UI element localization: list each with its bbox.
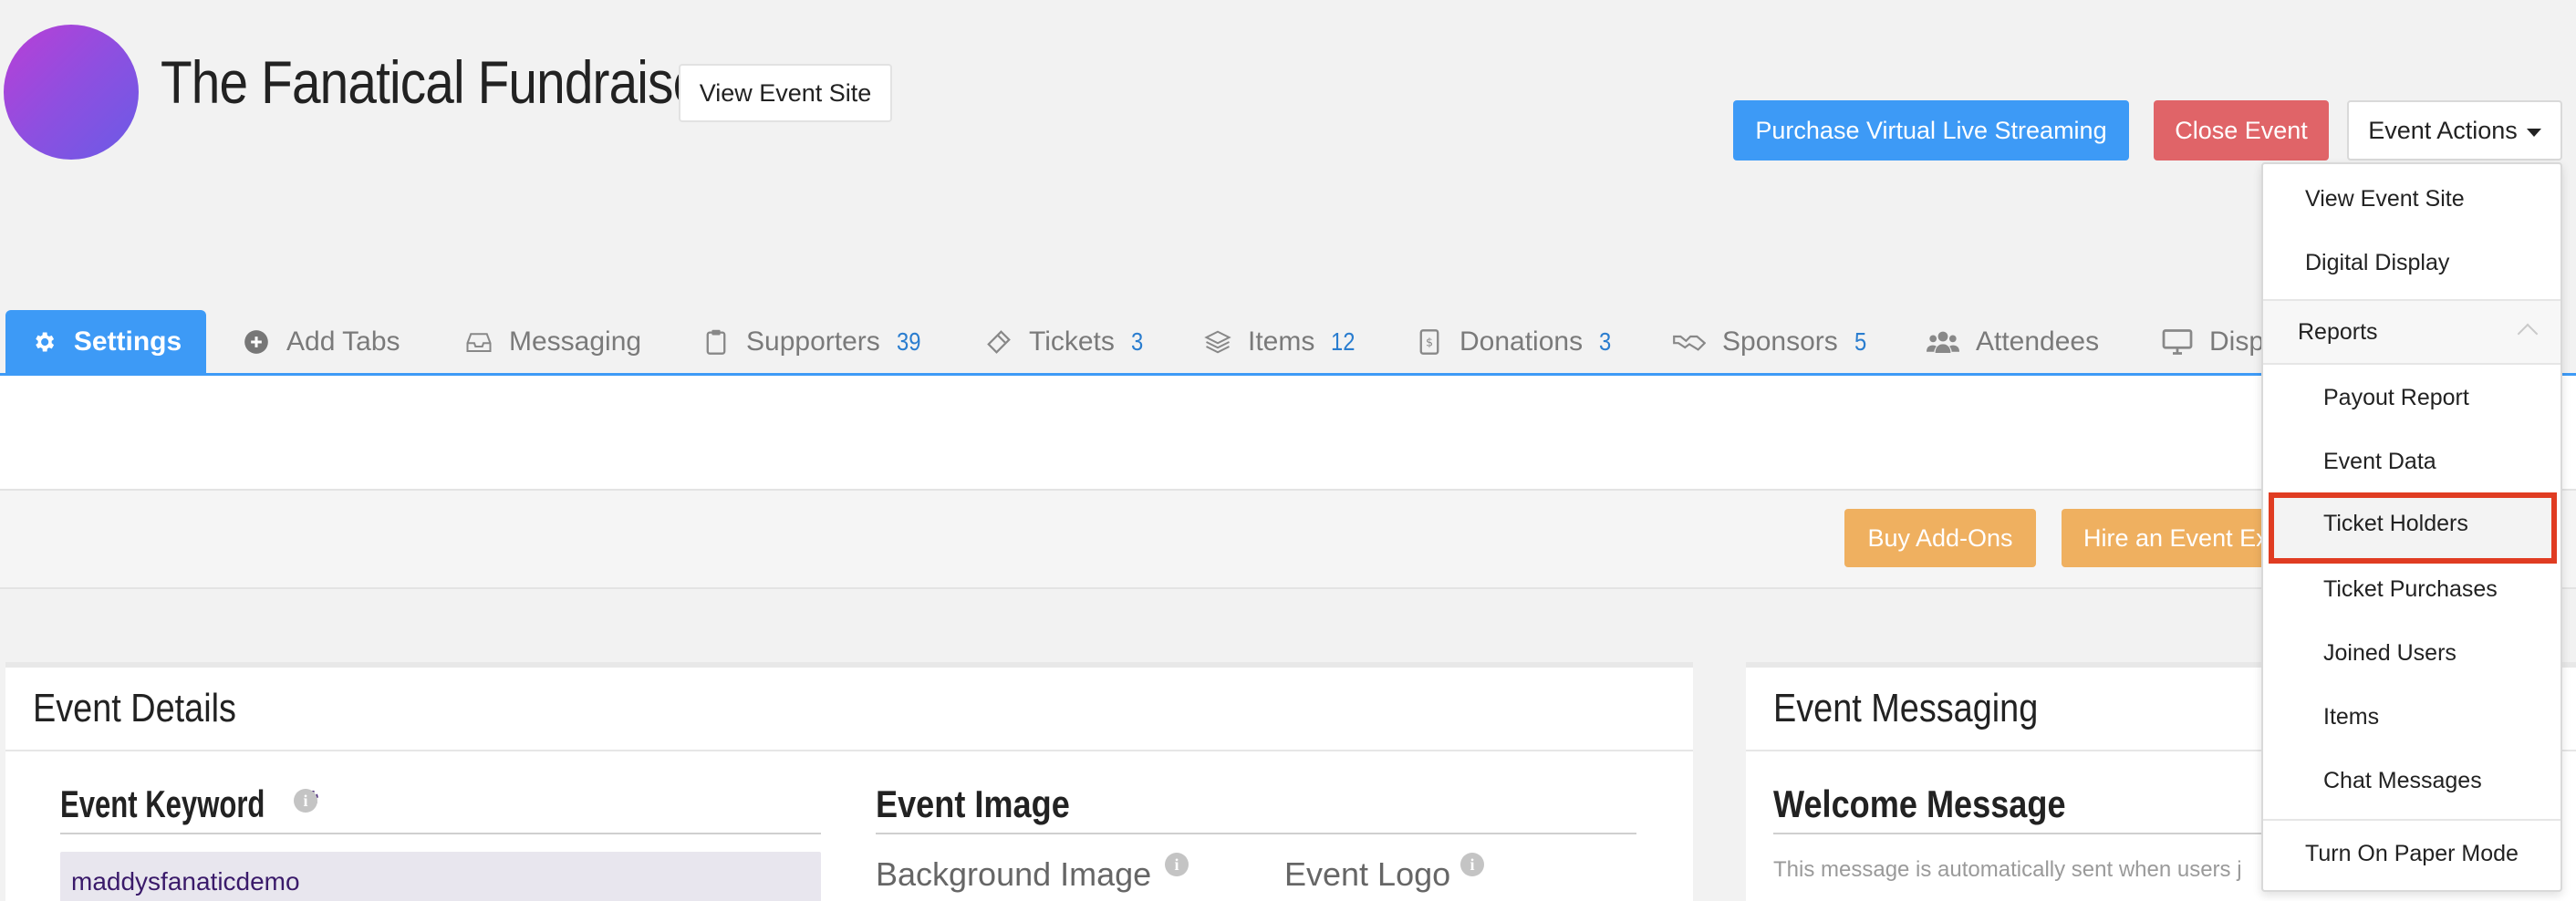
tab-tickets-label: Tickets	[1029, 326, 1115, 357]
page: The Fanatical Fundraiser View Event Site…	[0, 0, 2576, 901]
event-messaging-title: Event Messaging	[1773, 686, 2039, 730]
supporters-count: 39	[896, 327, 921, 356]
event-logo-label: Event Logo	[1284, 855, 1451, 893]
tab-donations[interactable]: $ Donations 3	[1416, 310, 1614, 374]
monitor-icon	[2162, 328, 2193, 356]
purchase-streaming-button[interactable]: Purchase Virtual Live Streaming	[1733, 100, 2129, 161]
tab-sponsors-label: Sponsors	[1722, 326, 1838, 357]
event-title: The Fanatical Fundraiser	[161, 48, 718, 116]
tab-display[interactable]: Displ	[2162, 310, 2270, 374]
menu-divider	[2263, 819, 2560, 821]
menu-item-ticket-holders[interactable]: Ticket Holders	[2323, 511, 2468, 537]
view-event-site-button[interactable]: View Event Site	[679, 64, 892, 122]
event-image-heading: Event Image	[876, 782, 1070, 825]
tab-items[interactable]: Items 12	[1204, 310, 1360, 374]
menu-item-event-data[interactable]: Event Data	[2263, 449, 2560, 475]
tab-supporters-label: Supporters	[746, 326, 880, 357]
tab-add-tabs[interactable]: Add Tabs	[243, 310, 400, 374]
welcome-message-hint: This message is automatically sent when …	[1773, 857, 2242, 882]
menu-item-paper-mode[interactable]: Turn On Paper Mode	[2263, 841, 2560, 867]
ticket-icon	[985, 328, 1013, 356]
buy-addons-button[interactable]: Buy Add-Ons	[1844, 509, 2036, 567]
event-keyword-input[interactable]: maddysfanaticdemo	[60, 852, 821, 901]
close-event-button[interactable]: Close Event	[2154, 100, 2329, 161]
menu-item-joined-users[interactable]: Joined Users	[2263, 640, 2560, 667]
tab-add-tabs-label: Add Tabs	[286, 326, 400, 357]
menu-item-digital-display[interactable]: Digital Display	[2263, 250, 2560, 283]
menu-item-view-event-site[interactable]: View Event Site	[2263, 186, 2560, 219]
event-actions-label: Event Actions	[2368, 116, 2518, 144]
tab-settings[interactable]: Settings	[5, 310, 206, 374]
tab-sponsors[interactable]: Sponsors 5	[1673, 310, 1868, 374]
menu-item-chat-messages[interactable]: Chat Messages	[2263, 768, 2560, 794]
layers-icon	[1204, 328, 1231, 356]
tab-settings-label: Settings	[73, 326, 182, 357]
background-image-label: Background Image	[876, 855, 1152, 893]
tab-items-label: Items	[1248, 326, 1315, 357]
clipboard-icon	[702, 328, 730, 356]
caret-down-icon	[2526, 128, 2541, 137]
welcome-message-heading: Welcome Message	[1773, 782, 2066, 825]
reports-label: Reports	[2298, 318, 2378, 345]
plus-circle-icon	[243, 328, 270, 356]
welcome-divider	[1773, 833, 2284, 834]
event-avatar	[4, 25, 139, 160]
tab-tickets[interactable]: Tickets 3	[985, 310, 1145, 374]
inbox-icon	[465, 328, 493, 356]
keyword-info-icon[interactable]: i	[294, 789, 317, 813]
users-icon	[1927, 328, 1959, 356]
gear-icon	[30, 328, 57, 356]
donations-count: 3	[1599, 327, 1612, 356]
donation-icon: $	[1416, 328, 1443, 356]
tab-donations-label: Donations	[1459, 326, 1584, 357]
menu-item-payout-report[interactable]: Payout Report	[2263, 385, 2560, 411]
keyword-divider	[60, 833, 821, 834]
tab-messaging-label: Messaging	[509, 326, 642, 357]
event-keyword-label: Event Keyword *	[60, 782, 362, 826]
tab-content-area	[0, 376, 2576, 491]
event-details-title: Event Details	[33, 686, 236, 730]
tab-attendees-label: Attendees	[1976, 326, 2100, 357]
chevron-up-icon	[2517, 323, 2539, 345]
background-image-info-icon[interactable]: i	[1165, 853, 1189, 876]
menu-item-reports[interactable]: Reports	[2263, 299, 2560, 365]
ticket-holders-highlight[interactable]: Ticket Holders	[2269, 492, 2557, 564]
tab-supporters[interactable]: Supporters 39	[702, 310, 925, 374]
sponsors-count: 5	[1854, 327, 1866, 356]
handshake-icon	[1673, 328, 1706, 356]
tab-attendees[interactable]: Attendees	[1927, 310, 2099, 374]
menu-item-ticket-purchases[interactable]: Ticket Purchases	[2263, 576, 2560, 603]
event-details-header: Event Details	[5, 668, 1693, 751]
menu-item-items[interactable]: Items	[2263, 704, 2560, 730]
event-logo-info-icon[interactable]: i	[1460, 853, 1484, 876]
tickets-count: 3	[1130, 327, 1144, 356]
svg-text:$: $	[1426, 336, 1433, 349]
event-actions-button[interactable]: Event Actions	[2347, 100, 2562, 161]
tabs-underline	[0, 373, 2576, 376]
tab-messaging[interactable]: Messaging	[465, 310, 641, 374]
items-count: 12	[1331, 327, 1356, 356]
event-image-divider	[876, 833, 1636, 834]
